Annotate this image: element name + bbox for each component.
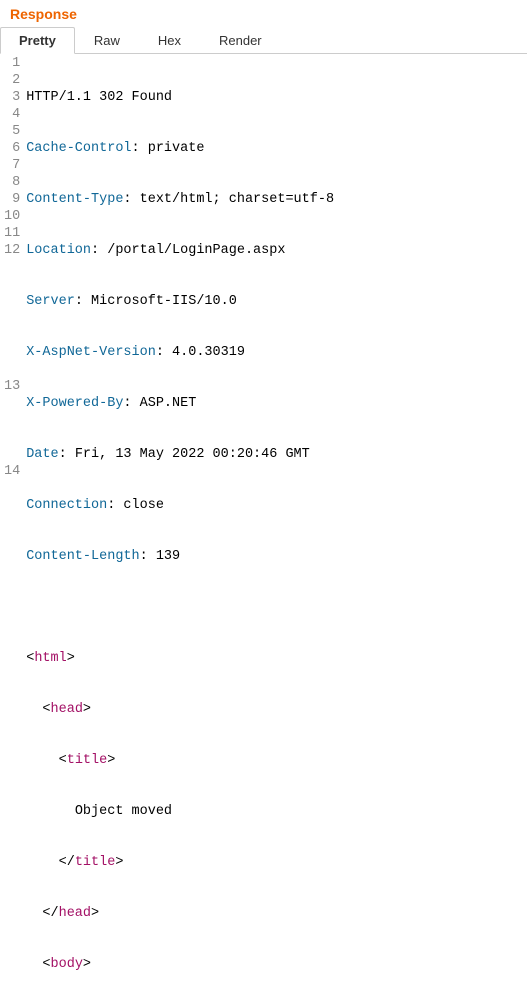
tab-render[interactable]: Render: [200, 27, 281, 54]
header-key: Server: [26, 294, 75, 309]
header-value: Fri, 13 May 2022 00:20:46 GMT: [75, 447, 310, 462]
header-value: close: [123, 498, 164, 513]
tag-title: title: [67, 753, 108, 768]
header-value: Microsoft-IIS/10.0: [91, 294, 237, 309]
tag-head-close: head: [59, 906, 91, 921]
header-value: /portal/LoginPage.aspx: [107, 243, 285, 258]
tag-title-close: title: [75, 855, 116, 870]
header-value: 139: [156, 549, 180, 564]
header-value: private: [148, 141, 205, 156]
tab-raw[interactable]: Raw: [75, 27, 139, 54]
header-value: text/html; charset=utf-8: [140, 192, 334, 207]
tag-html: html: [34, 651, 66, 666]
header-key: Cache-Control: [26, 141, 131, 156]
header-key: Content-Type: [26, 192, 123, 207]
header-key: X-AspNet-Version: [26, 345, 156, 360]
response-body[interactable]: HTTP/1.1 302 Found Cache-Control: privat…: [26, 55, 472, 1006]
header-key: Date: [26, 447, 58, 462]
tag-head: head: [51, 702, 83, 717]
http-status-line: HTTP/1.1 302 Found: [26, 90, 172, 105]
line-number-gutter: 1234567891011121314: [0, 55, 26, 1006]
response-code-area[interactable]: 1234567891011121314 HTTP/1.1 302 Found C…: [0, 54, 527, 1006]
panel-title: Response: [0, 0, 527, 26]
header-key: Connection: [26, 498, 107, 513]
tab-pretty[interactable]: Pretty: [0, 27, 75, 54]
header-key: X-Powered-By: [26, 396, 123, 411]
header-key: Content-Length: [26, 549, 139, 564]
header-key: Location: [26, 243, 91, 258]
title-text: Object moved: [75, 804, 172, 819]
tab-hex[interactable]: Hex: [139, 27, 200, 54]
tag-body: body: [51, 957, 83, 972]
header-value: 4.0.30319: [172, 345, 245, 360]
header-value: ASP.NET: [140, 396, 197, 411]
tab-bar: Pretty Raw Hex Render: [0, 26, 527, 54]
